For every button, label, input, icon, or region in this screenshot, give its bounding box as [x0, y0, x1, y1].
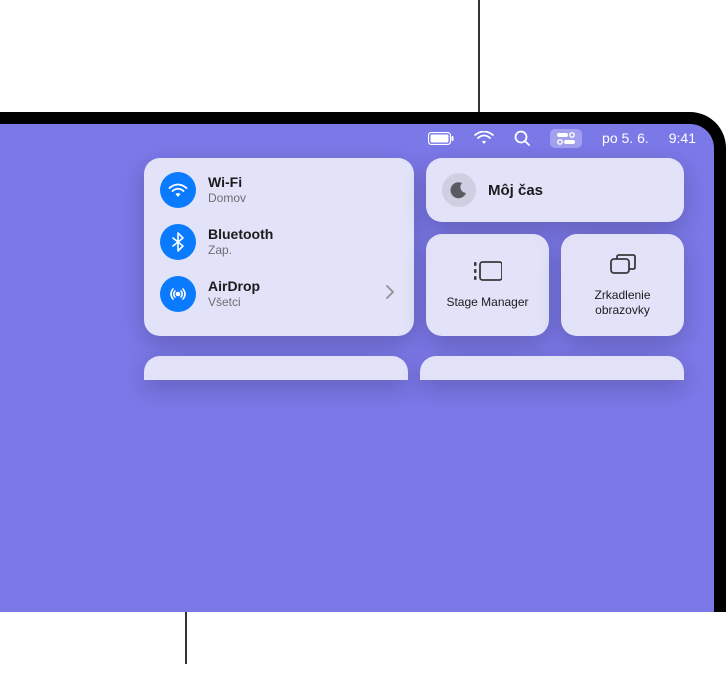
airdrop-title: AirDrop [208, 278, 370, 295]
control-center-icon[interactable] [550, 129, 582, 148]
stage-manager-label: Stage Manager [446, 295, 528, 309]
control-center: Wi-Fi Domov Bluetooth Zap. AirDrop [144, 158, 684, 336]
stage-manager-tile[interactable]: Stage Manager [426, 234, 549, 336]
mac-screen: po 5. 6. 9:41 Wi-Fi Domov Bluetooth [0, 112, 726, 612]
focus-label: Môj čas [488, 182, 543, 199]
airdrop-row[interactable]: AirDrop Všetci [160, 276, 398, 312]
callout-line-top [478, 0, 480, 112]
wifi-toggle-icon[interactable] [160, 172, 196, 208]
truncated-panel-left [144, 356, 408, 380]
connectivity-panel: Wi-Fi Domov Bluetooth Zap. AirDrop [144, 158, 414, 336]
bluetooth-row[interactable]: Bluetooth Zap. [160, 224, 398, 260]
spotlight-icon[interactable] [514, 130, 530, 146]
chevron-right-icon[interactable] [382, 285, 398, 303]
menubar-date[interactable]: po 5. 6. [602, 130, 649, 146]
wifi-title: Wi-Fi [208, 174, 398, 191]
menubar: po 5. 6. 9:41 [0, 124, 714, 152]
battery-icon[interactable] [428, 132, 454, 145]
focus-tile[interactable]: Môj čas [426, 158, 684, 222]
wifi-icon[interactable] [474, 131, 494, 145]
bluetooth-toggle-icon[interactable] [160, 224, 196, 260]
stage-manager-icon [474, 260, 502, 287]
wifi-subtitle: Domov [208, 191, 398, 205]
wifi-row[interactable]: Wi-Fi Domov [160, 172, 398, 208]
bluetooth-title: Bluetooth [208, 226, 398, 243]
truncated-panels [144, 356, 684, 380]
menubar-time[interactable]: 9:41 [669, 130, 696, 146]
screen-mirroring-tile[interactable]: Zrkadlenie obrazovky [561, 234, 684, 336]
screen-mirroring-label: Zrkadlenie obrazovky [569, 288, 676, 317]
airdrop-subtitle: Všetci [208, 295, 370, 309]
truncated-panel-right [420, 356, 684, 380]
airdrop-toggle-icon[interactable] [160, 276, 196, 312]
bluetooth-subtitle: Zap. [208, 243, 398, 257]
screen-mirroring-icon [609, 253, 637, 280]
moon-icon [442, 173, 476, 207]
